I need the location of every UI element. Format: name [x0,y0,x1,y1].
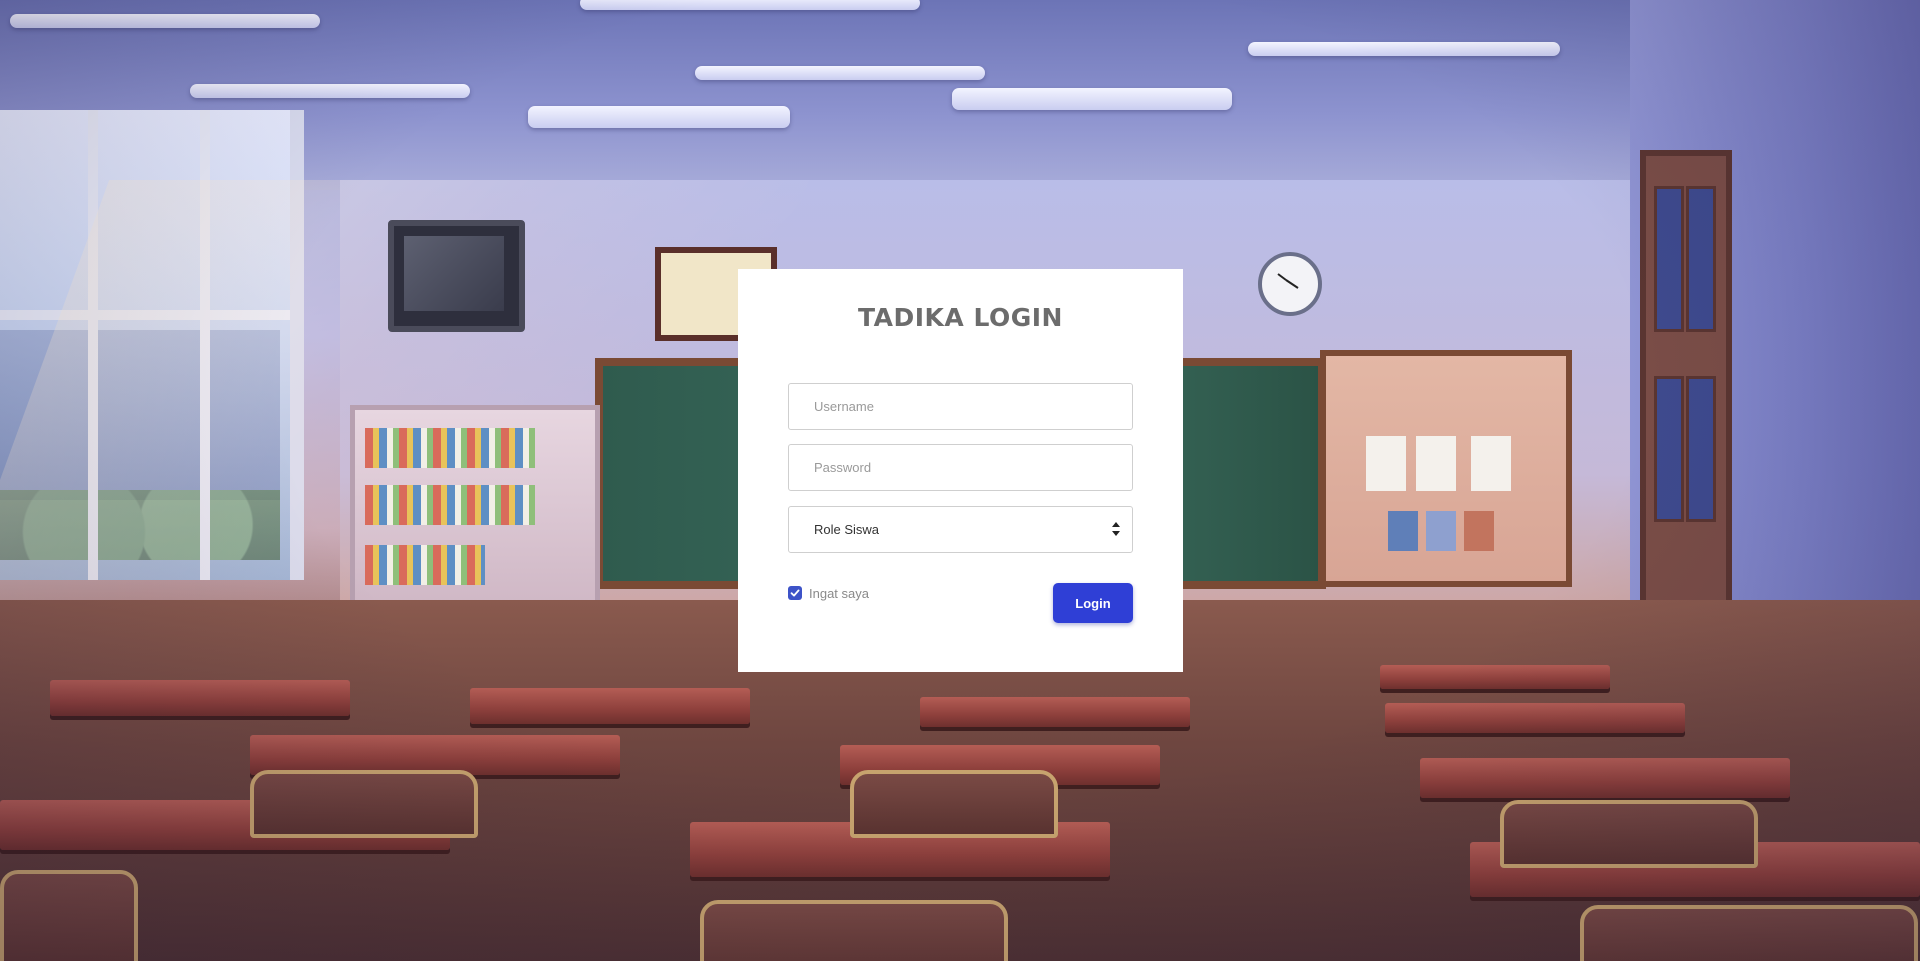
login-title: TADIKA LOGIN [858,303,1063,332]
password-input[interactable] [788,444,1133,491]
role-select[interactable]: Role Siswa [788,506,1133,553]
username-input[interactable] [788,383,1133,430]
remember-label[interactable]: Ingat saya [809,586,869,601]
check-icon [790,589,800,597]
login-card: TADIKA LOGIN Role Siswa Ingat saya Login [738,269,1183,672]
chevron-updown-icon [1112,522,1120,536]
login-button[interactable]: Login [1053,583,1133,623]
remember-me[interactable]: Ingat saya [788,585,869,601]
remember-checkbox[interactable] [788,586,802,600]
role-select-value: Role Siswa [814,522,880,537]
